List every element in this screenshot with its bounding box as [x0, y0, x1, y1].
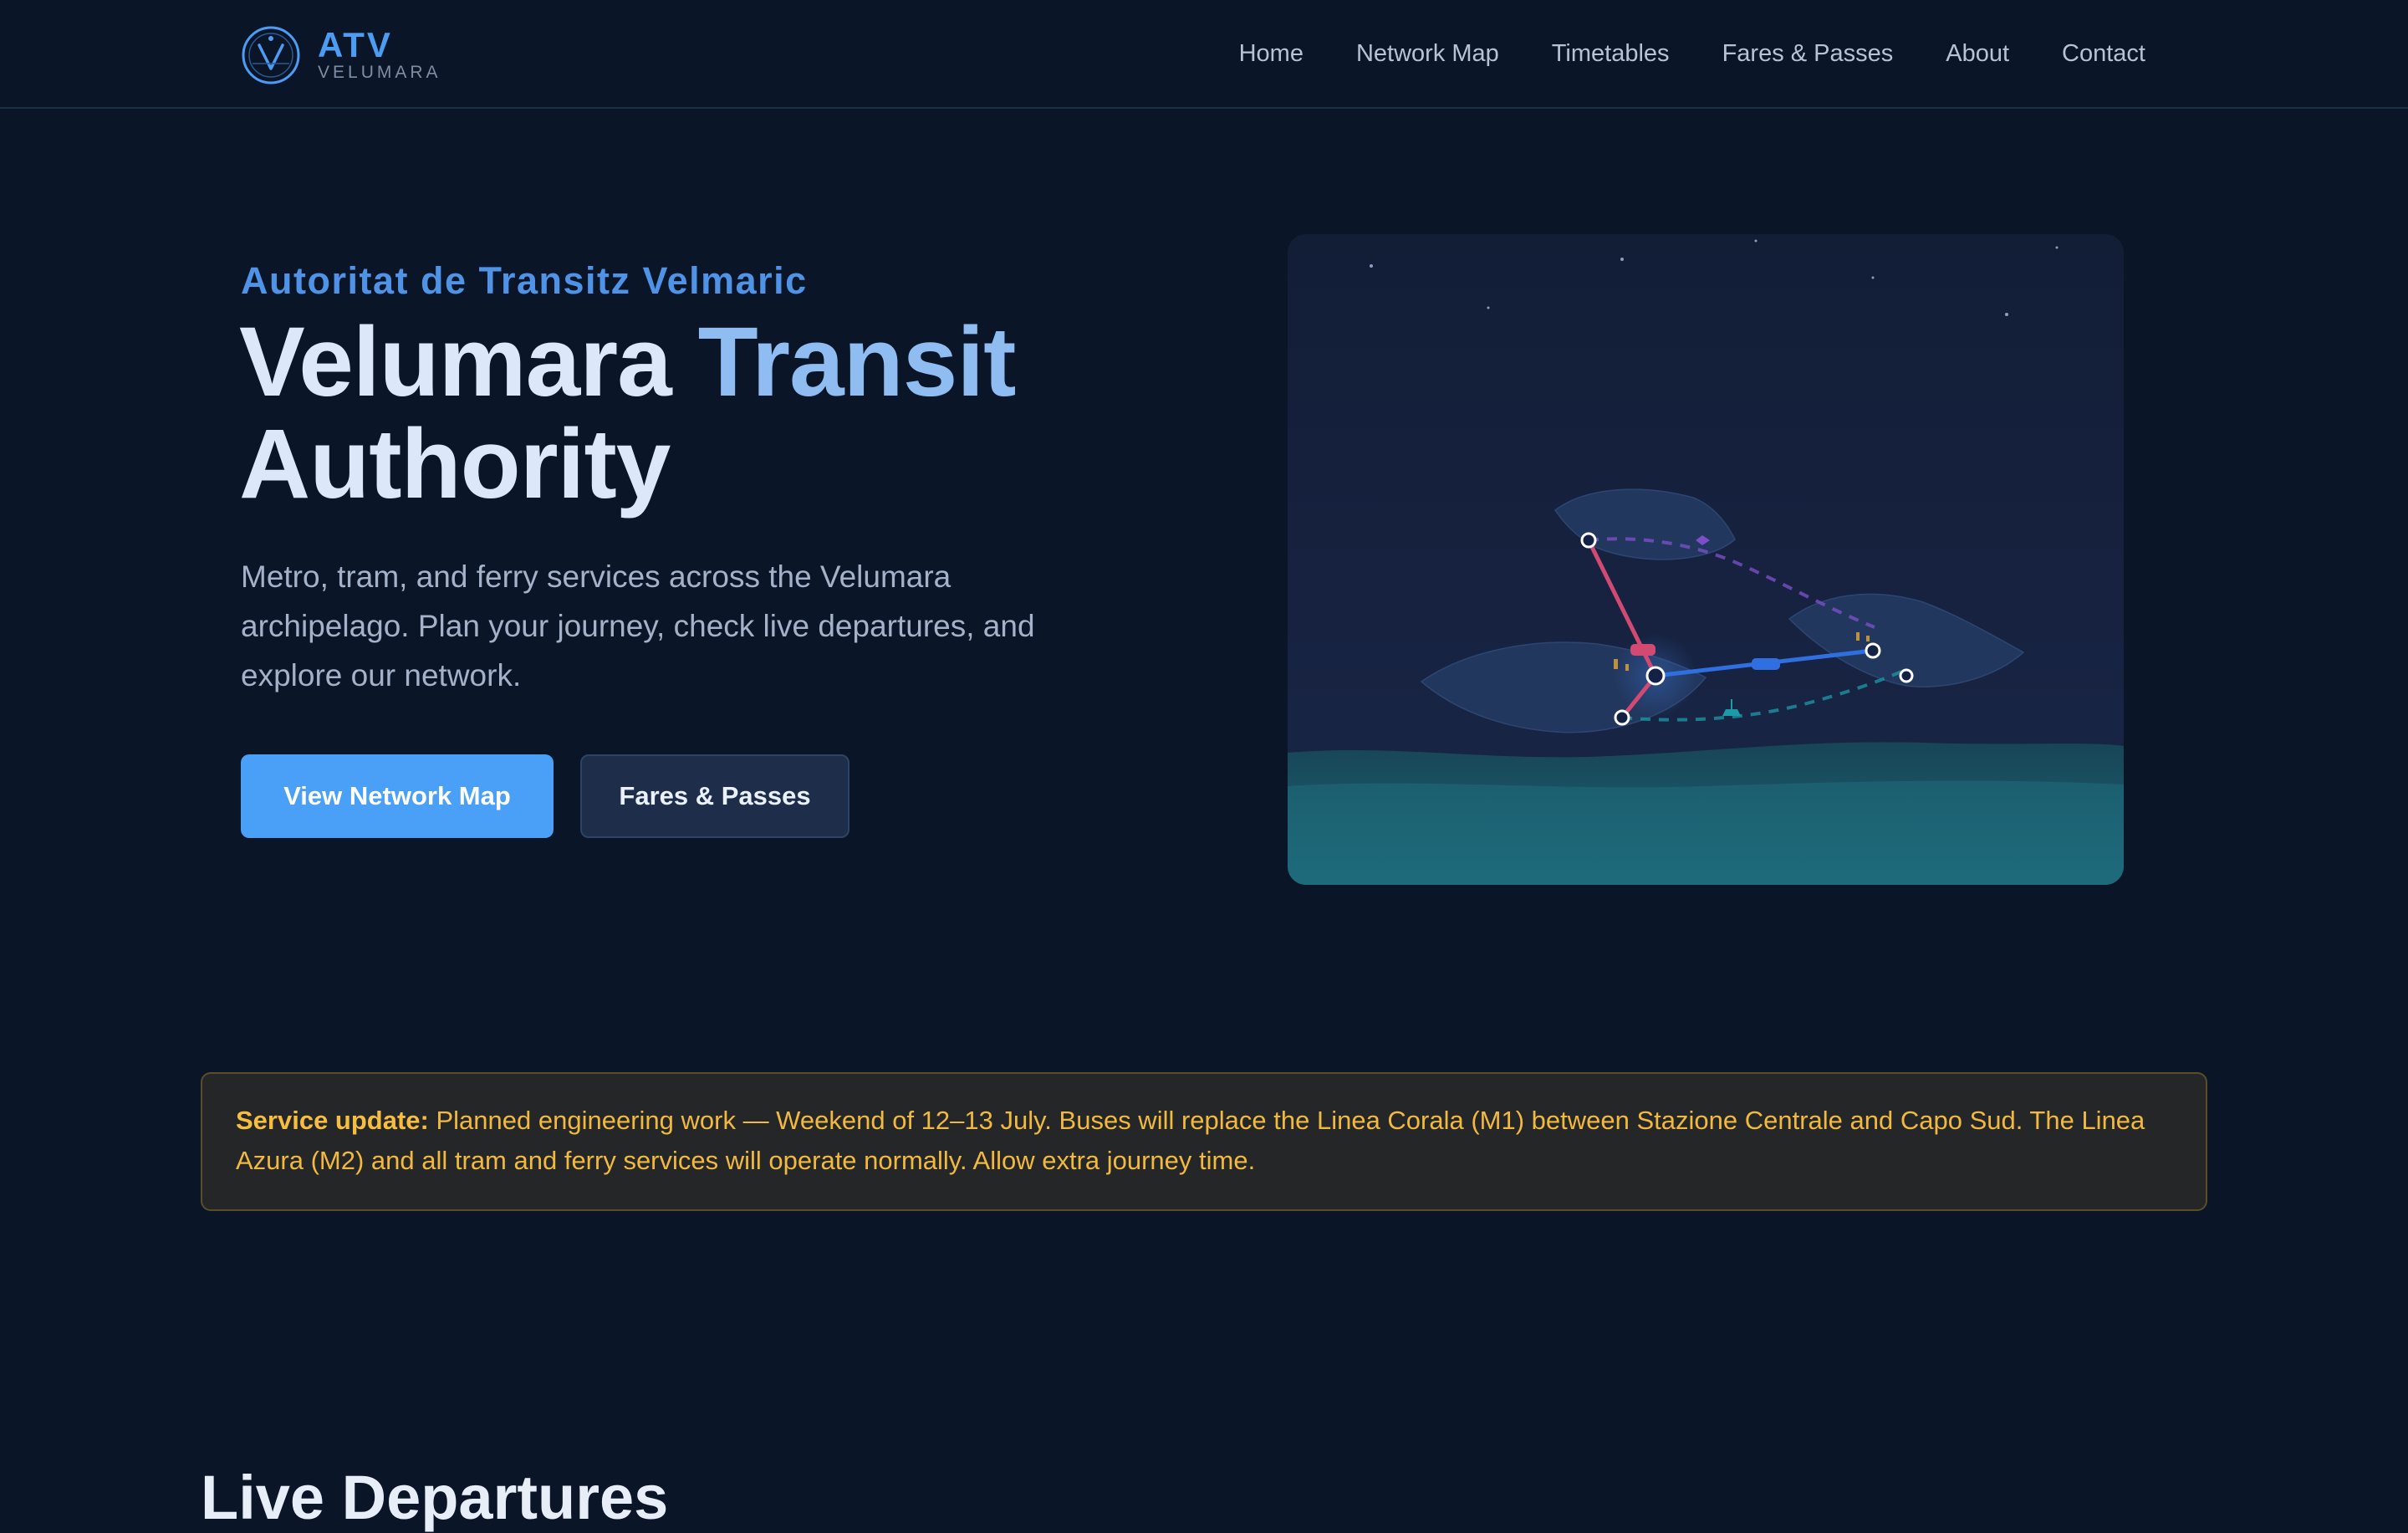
hero-title: Velumara Transit Authority — [239, 311, 1159, 515]
hero-title-word-velumara: Velumara — [239, 307, 698, 417]
live-departures-title: Live Departures — [201, 1463, 669, 1532]
brand-logo[interactable]: ATV VELUMARA — [241, 23, 441, 87]
archipelago-network-illustration — [1288, 234, 2124, 885]
brand-subtitle: VELUMARA — [318, 63, 441, 82]
fares-passes-button[interactable]: Fares & Passes — [580, 754, 849, 838]
compass-v-icon — [242, 26, 300, 84]
station-north — [1580, 532, 1597, 549]
sea-lower — [1288, 780, 2124, 885]
hero-lead: Metro, tram, and ferry services across t… — [241, 560, 1035, 692]
hero-title-line1: Velumara Transit — [239, 307, 1017, 417]
nav-contact[interactable]: Contact — [2062, 40, 2145, 68]
nav-timetables[interactable]: Timetables — [1552, 40, 1670, 68]
service-update-text: Planned engineering work — Weekend of 12… — [236, 1106, 2145, 1175]
station-ferry-east — [1899, 668, 1914, 683]
hero-title-authority: Authority — [239, 409, 671, 519]
hero-eyebrow: Autoritat de Transitz Velmaric — [241, 259, 808, 302]
station-capo-sud — [1614, 709, 1630, 726]
view-network-map-button[interactable]: View Network Map — [241, 754, 554, 838]
site-header: ATV VELUMARA Home Network Map Timetables… — [0, 0, 2408, 109]
brand-name: ATV — [318, 25, 393, 64]
hero-title-word-transit: Transit — [697, 307, 1017, 417]
main-nav: Home Network Map Timetables Fares & Pass… — [1239, 33, 2145, 74]
nav-network-map[interactable]: Network Map — [1356, 40, 1499, 68]
metro-train-azure — [1752, 658, 1780, 670]
nav-fares-passes[interactable]: Fares & Passes — [1722, 40, 1894, 68]
service-update-label: Service update: — [236, 1106, 429, 1135]
service-update-banner: Service update: Planned engineering work… — [201, 1072, 2207, 1211]
station-east — [1865, 642, 1881, 659]
nav-about[interactable]: About — [1946, 40, 2009, 68]
hero-title-velumara: Velumara Transit — [239, 307, 1017, 417]
station-centrale — [1645, 666, 1666, 686]
nav-home[interactable]: Home — [1239, 40, 1303, 68]
metro-train-coral — [1630, 644, 1656, 656]
